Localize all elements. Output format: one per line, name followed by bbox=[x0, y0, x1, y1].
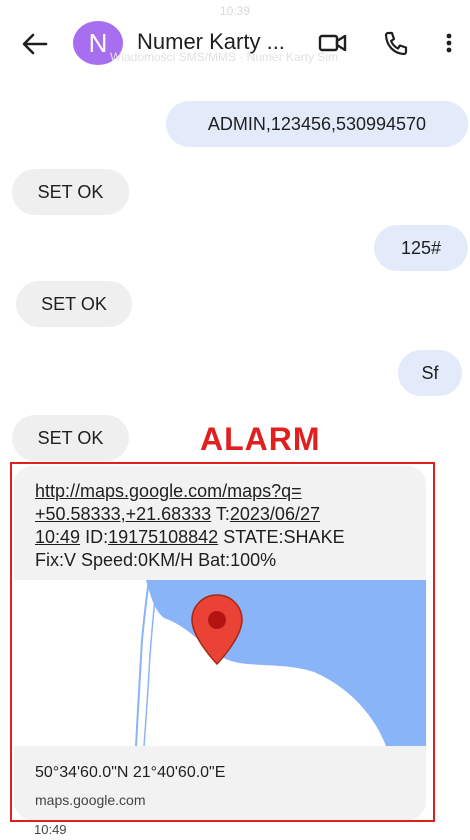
message-bubble-incoming[interactable]: SET OK bbox=[16, 281, 132, 327]
header-subtitle: Wiadomości SMS/MMS · Numer Karty Sim bbox=[110, 50, 339, 64]
more-options-icon[interactable] bbox=[442, 30, 456, 56]
message-timestamp: 10:49 bbox=[34, 822, 67, 837]
message-bubble-outgoing[interactable]: Sf bbox=[398, 350, 462, 396]
message-bubble-incoming[interactable]: SET OK bbox=[12, 169, 129, 215]
message-bubble-incoming[interactable]: SET OK bbox=[12, 415, 129, 461]
status-time: 10:39 bbox=[219, 4, 251, 18]
back-arrow-icon[interactable] bbox=[20, 31, 50, 57]
message-bubble-outgoing[interactable]: ADMIN,123456,530994570 bbox=[166, 101, 468, 147]
alarm-highlight-box bbox=[10, 462, 435, 822]
phone-call-icon[interactable] bbox=[382, 30, 412, 56]
alarm-annotation-label: ALARM bbox=[200, 421, 321, 457]
message-bubble-outgoing[interactable]: 125# bbox=[374, 225, 468, 271]
